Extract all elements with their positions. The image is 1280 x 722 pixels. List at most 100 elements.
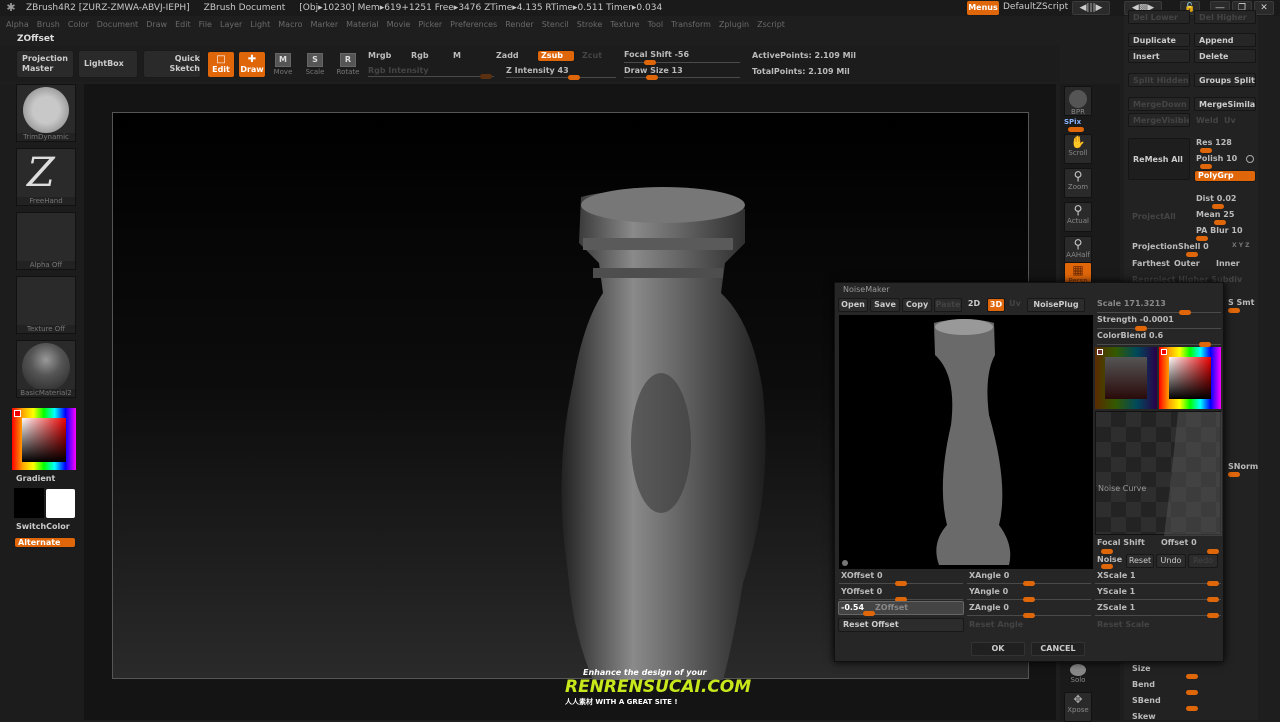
spix-slider[interactable]: SPix [1064,118,1081,126]
pa-blur-slider[interactable]: PA Blur 10 [1196,226,1243,235]
noise-knob[interactable] [1101,564,1113,569]
menu-zplugin[interactable]: Zplugin [719,20,749,29]
s-smt-knob[interactable] [1228,308,1240,313]
spix-knob[interactable] [1068,127,1084,132]
menu-alpha[interactable]: Alpha [6,20,29,29]
zangle-slider[interactable]: ZAngle 0 [969,603,1009,612]
merge-similar-button[interactable]: MergeSimilar [1194,97,1256,111]
material-thumbnail[interactable]: BasicMaterial2 [16,340,76,398]
focal-shift-knob[interactable] [644,60,656,65]
menu-texture[interactable]: Texture [610,20,639,29]
menu-picker[interactable]: Picker [418,20,442,29]
primary-color-swatch[interactable] [46,489,75,518]
del-higher-button[interactable]: Del Higher [1194,10,1256,24]
2d-button[interactable]: 2D [965,298,983,312]
zadd-button[interactable]: Zadd [496,51,519,60]
reset-curve-button[interactable]: Reset [1126,554,1154,568]
merge-down-button[interactable]: MergeDown [1128,97,1190,111]
noise-color-b-square[interactable] [1169,357,1211,399]
reset-offset-button[interactable]: Reset Offset [838,618,964,632]
projection-shell-knob[interactable] [1186,252,1198,257]
cancel-button[interactable]: CANCEL [1031,642,1085,656]
menu-layer[interactable]: Layer [220,20,242,29]
3d-button[interactable]: 3D [987,298,1005,312]
rgb-intensity-slider[interactable]: Rgb Intensity [368,66,429,75]
solo-button[interactable]: Solo [1064,662,1092,692]
noiseplug-button[interactable]: NoisePlug [1027,298,1085,312]
z-intensity-slider[interactable]: Z Intensity 43 [506,66,569,75]
sbend-slider[interactable]: SBend [1132,696,1161,705]
menu-marker[interactable]: Marker [310,20,338,29]
copy-button[interactable]: Copy [902,298,932,312]
zscale-slider[interactable]: ZScale 1 [1097,603,1135,612]
outer-button[interactable]: Outer [1174,259,1200,268]
menu-draw[interactable]: Draw [146,20,167,29]
paste-button[interactable]: Paste [934,298,962,312]
menu-light[interactable]: Light [250,20,270,29]
size-knob[interactable] [1186,674,1198,679]
zangle-knob[interactable] [1023,613,1035,618]
noise-color-b-picker[interactable] [1159,347,1221,409]
mean-knob[interactable] [1214,220,1226,225]
texture-thumbnail[interactable]: Texture Off [16,276,76,334]
draw-size-slider[interactable]: Draw Size 13 [624,66,683,75]
res-knob[interactable] [1200,148,1212,153]
projection-shell-slider[interactable]: ProjectionShell 0 [1132,242,1209,251]
colorblend-slider[interactable]: ColorBlend 0.6 [1097,331,1163,340]
focal-shift-slider[interactable]: Focal Shift -56 [624,50,689,59]
zscale-knob[interactable] [1207,613,1219,618]
res-slider[interactable]: Res 128 [1196,138,1232,147]
mean-slider[interactable]: Mean 25 [1196,210,1234,219]
xscale-knob[interactable] [1207,581,1219,586]
switch-color-button[interactable]: SwitchColor [16,522,70,531]
uv-button[interactable]: Uv [1224,116,1236,125]
menu-preferences[interactable]: Preferences [450,20,497,29]
open-button[interactable]: Open [838,298,868,312]
xscale-slider[interactable]: XScale 1 [1097,571,1136,580]
polygrp-button[interactable]: PolyGrp [1194,170,1256,182]
save-button[interactable]: Save [870,298,900,312]
polish-slider[interactable]: Polish 10 [1196,154,1237,163]
menu-stencil[interactable]: Stencil [542,20,569,29]
yoffset-slider[interactable]: YOffset 0 [841,587,882,596]
alpha-thumbnail[interactable]: Alpha Off [16,212,76,270]
split-hidden-button[interactable]: Split Hidden [1128,73,1190,87]
reset-scale-button[interactable]: Reset Scale [1097,620,1149,629]
zcut-button[interactable]: Zcut [582,51,602,60]
main-color-swatch[interactable] [14,410,21,417]
alternate-button[interactable]: Alternate [14,537,76,548]
project-all-button[interactable]: ProjectAll [1132,212,1176,221]
color-picker[interactable] [12,408,76,470]
move-button[interactable]: M Move [270,53,296,76]
reset-angle-button[interactable]: Reset Angle [969,620,1023,629]
m-button[interactable]: M [453,51,461,60]
rgb-intensity-knob[interactable] [480,74,492,79]
append-button[interactable]: Append [1194,33,1256,47]
duplicate-button[interactable]: Duplicate [1128,33,1190,47]
edit-button[interactable]: □ Edit [207,51,235,78]
del-lower-button[interactable]: Del Lower [1128,10,1190,24]
secondary-color-swatch[interactable] [14,488,44,518]
snorm-knob[interactable] [1228,472,1240,477]
color-picker-sv-square[interactable] [22,418,66,462]
menu-zscript[interactable]: Zscript [757,20,785,29]
dist-knob[interactable] [1212,204,1224,209]
xoffset-slider[interactable]: XOffset 0 [841,571,883,580]
ok-button[interactable]: OK [971,642,1025,656]
inner-button[interactable]: Inner [1216,259,1240,268]
noise-color-a-square[interactable] [1105,357,1147,399]
offset-slider[interactable]: Offset 0 [1161,538,1197,547]
scale-knob[interactable] [1179,310,1191,315]
menu-render[interactable]: Render [505,20,533,29]
xangle-slider[interactable]: XAngle 0 [969,571,1009,580]
strength-slider[interactable]: Strength -0.0001 [1097,315,1174,324]
bend-knob[interactable] [1186,690,1198,695]
redo-button[interactable]: Redo [1188,554,1218,568]
menu-edit[interactable]: Edit [175,20,191,29]
menu-macro[interactable]: Macro [278,20,302,29]
bend-slider[interactable]: Bend [1132,680,1155,689]
quick-sketch-button[interactable]: Quick Sketch [143,50,201,78]
uv-button[interactable]: Uv [1007,298,1023,312]
scale-button[interactable]: S Scale [302,53,328,76]
projection-master-button[interactable]: Projection Master [16,50,74,78]
